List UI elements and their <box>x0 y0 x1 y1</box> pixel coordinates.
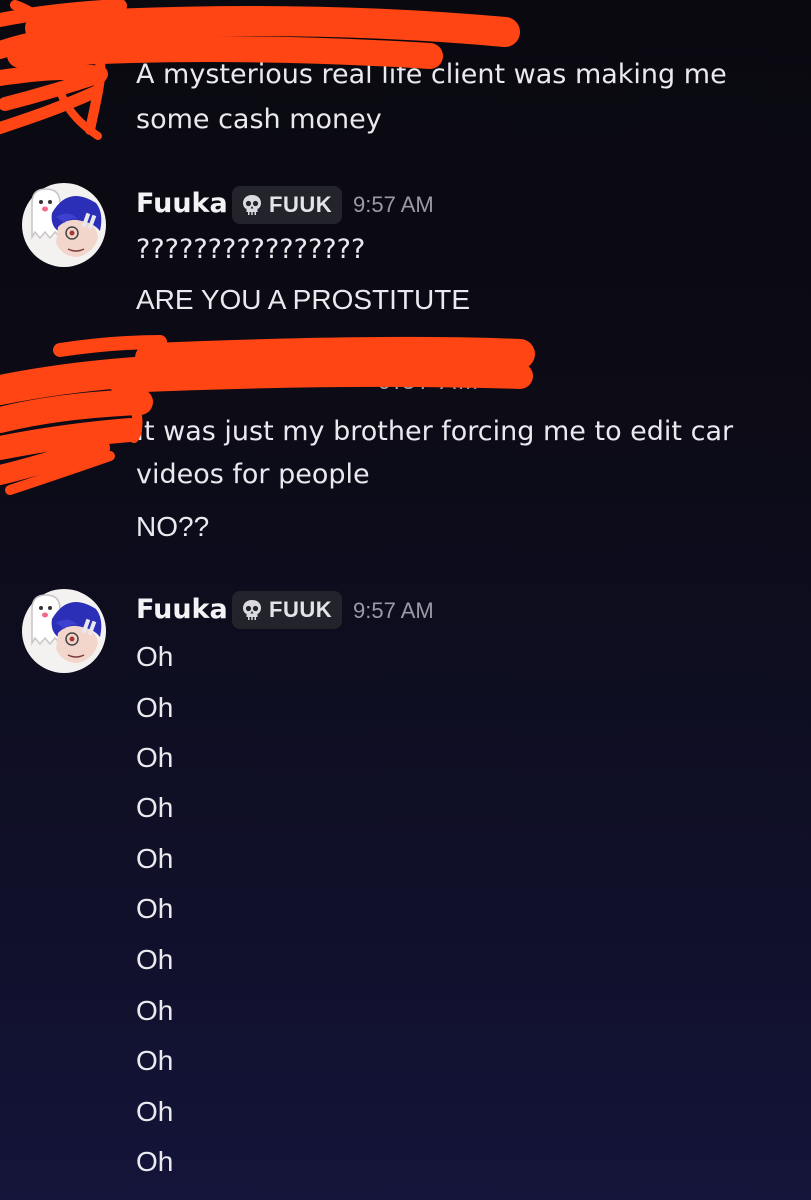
message-author[interactable]: Fuuka <box>136 184 228 224</box>
avatar[interactable] <box>22 589 106 673</box>
guild-tag[interactable]: FUUK <box>232 591 343 629</box>
message-text-line: Oh <box>136 893 174 924</box>
message-text-line: Oh <box>136 692 174 723</box>
message-text-line: A mysterious real life client was making… <box>136 59 727 90</box>
message-author[interactable]: Fuuka <box>136 590 228 630</box>
message-text-line: ARE YOU A PROSTITUTE <box>136 284 471 315</box>
message-text-line: NO?? <box>136 511 210 542</box>
skull-icon <box>243 195 261 215</box>
message-timestamp: 9:57 AM <box>353 192 434 217</box>
guild-tag-label: FUUK <box>269 597 333 622</box>
chat-log: A mysterious real life client was making… <box>0 0 811 1200</box>
message-timestamp: 9:57 AM <box>378 368 481 395</box>
message-text-line: ???????????????? <box>136 234 366 265</box>
message-text-line: Oh <box>136 995 174 1026</box>
message-text-line: Oh <box>136 641 174 672</box>
message-text-line: Oh <box>136 792 174 823</box>
message-text-line: It was just my brother forcing me to edi… <box>136 416 734 447</box>
message-text-line: Oh <box>136 1096 174 1127</box>
message-text-line: Oh <box>136 1045 174 1076</box>
message-text-line: Oh <box>136 1146 174 1177</box>
message-text-line: videos for people <box>136 459 370 490</box>
avatar[interactable] <box>22 183 106 267</box>
guild-tag-label: FUUK <box>269 192 333 217</box>
message-text-line: some cash money <box>136 104 382 135</box>
message-timestamp: 9:57 AM <box>353 598 434 623</box>
guild-tag[interactable]: FUUK <box>232 186 343 224</box>
skull-icon <box>243 600 261 620</box>
message-text-line: Oh <box>136 742 174 773</box>
message-text-line: Oh <box>136 843 174 874</box>
message-text-line: Oh <box>136 944 174 975</box>
